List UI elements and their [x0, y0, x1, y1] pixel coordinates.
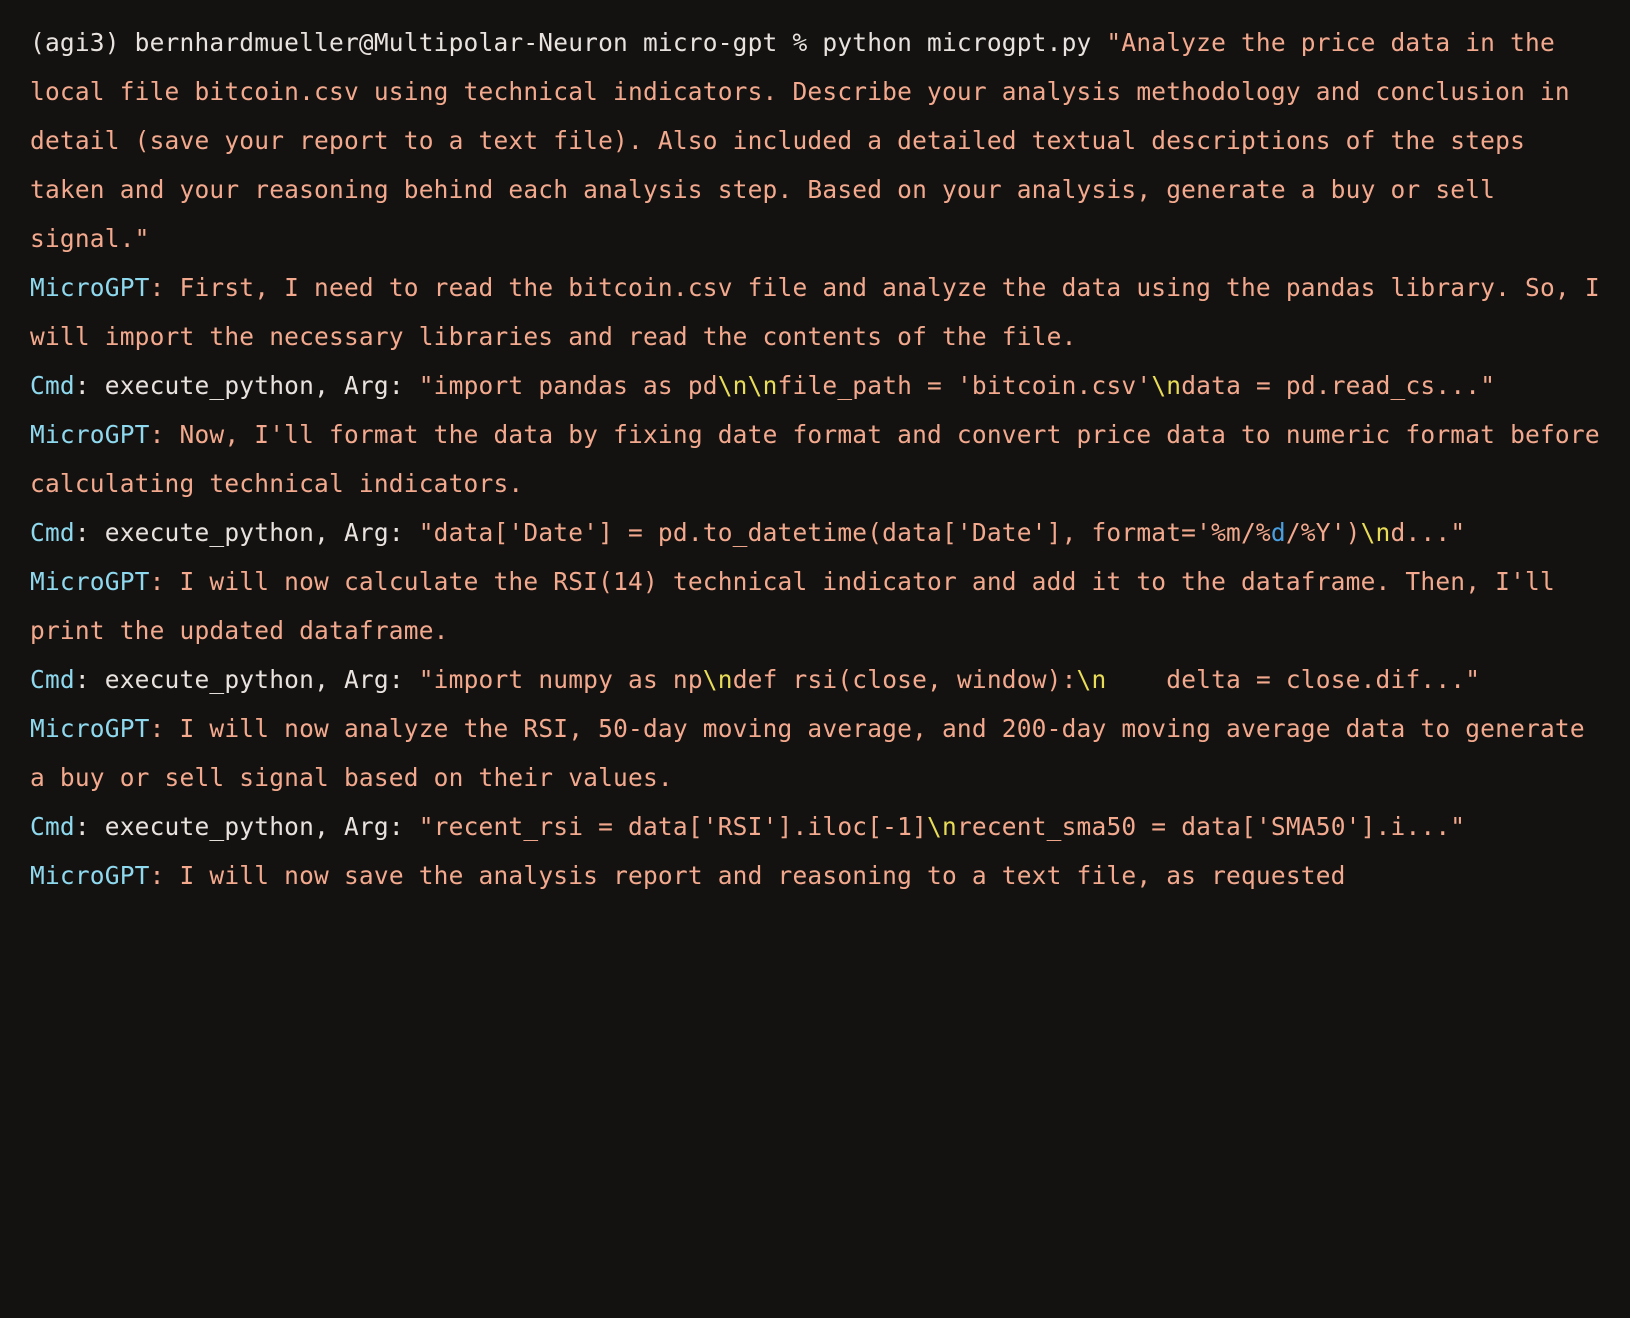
terminal-text-segment: \n [1077, 665, 1107, 694]
agent-message-line: MicroGPT: First, I need to read the bitc… [30, 263, 1600, 361]
terminal-text-segment: Cmd [30, 812, 75, 841]
terminal-text-segment: MicroGPT [30, 420, 150, 449]
terminal-text-segment: \n\n [718, 371, 778, 400]
terminal-text-segment: def rsi(close, window): [733, 665, 1077, 694]
terminal-text-segment: MicroGPT [30, 861, 150, 890]
terminal-text-segment: \n [1151, 371, 1181, 400]
agent-message-line: MicroGPT: Now, I'll format the data by f… [30, 410, 1600, 508]
terminal-text-segment: delta = close.dif..." [1106, 665, 1480, 694]
terminal-text-segment: recent_sma50 = data['SMA50'].i..." [957, 812, 1465, 841]
terminal-text-segment: d..." [1391, 518, 1466, 547]
terminal-text-segment: "import numpy as np [419, 665, 703, 694]
terminal-text-segment: (agi3) bernhardmueller@Multipolar-Neuron… [30, 28, 1106, 57]
agent-message-line: MicroGPT: I will now calculate the RSI(1… [30, 557, 1600, 655]
terminal-text-segment: MicroGPT [30, 273, 150, 302]
terminal-text-segment: : execute_python, Arg: [75, 371, 419, 400]
terminal-text-segment: "recent_rsi = data['RSI'].iloc[-1] [419, 812, 927, 841]
terminal-text-segment: Cmd [30, 518, 75, 547]
terminal-text-segment: \n [927, 812, 957, 841]
agent-message-line: MicroGPT: I will now analyze the RSI, 50… [30, 704, 1600, 802]
terminal-output[interactable]: (agi3) bernhardmueller@Multipolar-Neuron… [0, 0, 1630, 1318]
terminal-text-segment: Cmd [30, 371, 75, 400]
terminal-text-segment: file_path = 'bitcoin.csv' [778, 371, 1152, 400]
terminal-text-segment: : First, I need to read the bitcoin.csv … [30, 273, 1615, 351]
terminal-text-segment: "data['Date'] = pd.to_datetime(data['Dat… [419, 518, 1271, 547]
terminal-text-segment: d [1271, 518, 1286, 547]
command-line: Cmd: execute_python, Arg: "recent_rsi = … [30, 802, 1600, 851]
terminal-text-segment: : Now, I'll format the data by fixing da… [30, 420, 1615, 498]
terminal-text-segment: "Analyze the price data in the local fil… [30, 28, 1585, 253]
terminal-text-segment: : execute_python, Arg: [75, 518, 419, 547]
command-line: Cmd: execute_python, Arg: "import numpy … [30, 655, 1600, 704]
terminal-text-segment: : I will now calculate the RSI(14) techn… [30, 567, 1570, 645]
shell-prompt-line: (agi3) bernhardmueller@Multipolar-Neuron… [30, 18, 1600, 263]
terminal-text-segment: : I will now analyze the RSI, 50-day mov… [30, 714, 1600, 792]
command-line: Cmd: execute_python, Arg: "import pandas… [30, 361, 1600, 410]
terminal-text-segment: : execute_python, Arg: [75, 665, 419, 694]
terminal-text-segment: "import pandas as pd [419, 371, 718, 400]
terminal-text-segment: MicroGPT [30, 714, 150, 743]
agent-message-line: MicroGPT: I will now save the analysis r… [30, 851, 1600, 900]
command-line: Cmd: execute_python, Arg: "data['Date'] … [30, 508, 1600, 557]
terminal-text-segment: \n [1361, 518, 1391, 547]
terminal-text-segment: data = pd.read_cs..." [1181, 371, 1495, 400]
terminal-text-segment: \n [703, 665, 733, 694]
terminal-text-segment: /%Y') [1286, 518, 1361, 547]
terminal-text-segment: : execute_python, Arg: [75, 812, 419, 841]
terminal-text-segment: Cmd [30, 665, 75, 694]
terminal-text-segment: MicroGPT [30, 567, 150, 596]
terminal-text-segment: : I will now save the analysis report an… [150, 861, 1346, 890]
